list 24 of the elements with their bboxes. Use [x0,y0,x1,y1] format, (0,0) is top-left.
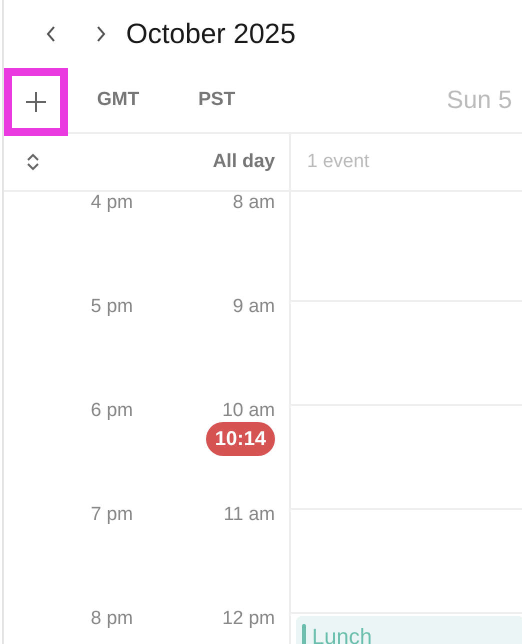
current-time-badge: 10:14 [206,422,275,456]
event-card[interactable]: Lunch [296,616,522,644]
time-label: 11 am [224,504,275,526]
time-label: 8 am [232,192,275,214]
chevron-left-icon [45,24,57,44]
add-timezone-button[interactable] [4,68,68,136]
month-title: October 2025 [126,18,296,50]
timezone-label: PST [198,89,236,111]
time-label: 8 pm [90,608,133,630]
time-label: 12 pm [222,608,275,630]
day-header: Sun 5 [446,86,512,114]
time-label: 10 am [222,400,275,422]
expand-collapse-icon[interactable] [26,152,40,172]
time-label: 6 pm [90,400,133,422]
event-count: 1 event [307,151,370,173]
time-label: 7 pm [90,504,133,526]
time-label: 5 pm [90,296,133,318]
time-label: 4 pm [90,192,133,214]
all-day-label: All day [212,151,275,173]
event-title: Lunch [312,624,372,644]
chevron-right-icon [95,24,107,44]
time-label: 9 am [232,296,275,318]
timezone-label: GMT [97,89,140,111]
plus-icon [25,91,47,113]
